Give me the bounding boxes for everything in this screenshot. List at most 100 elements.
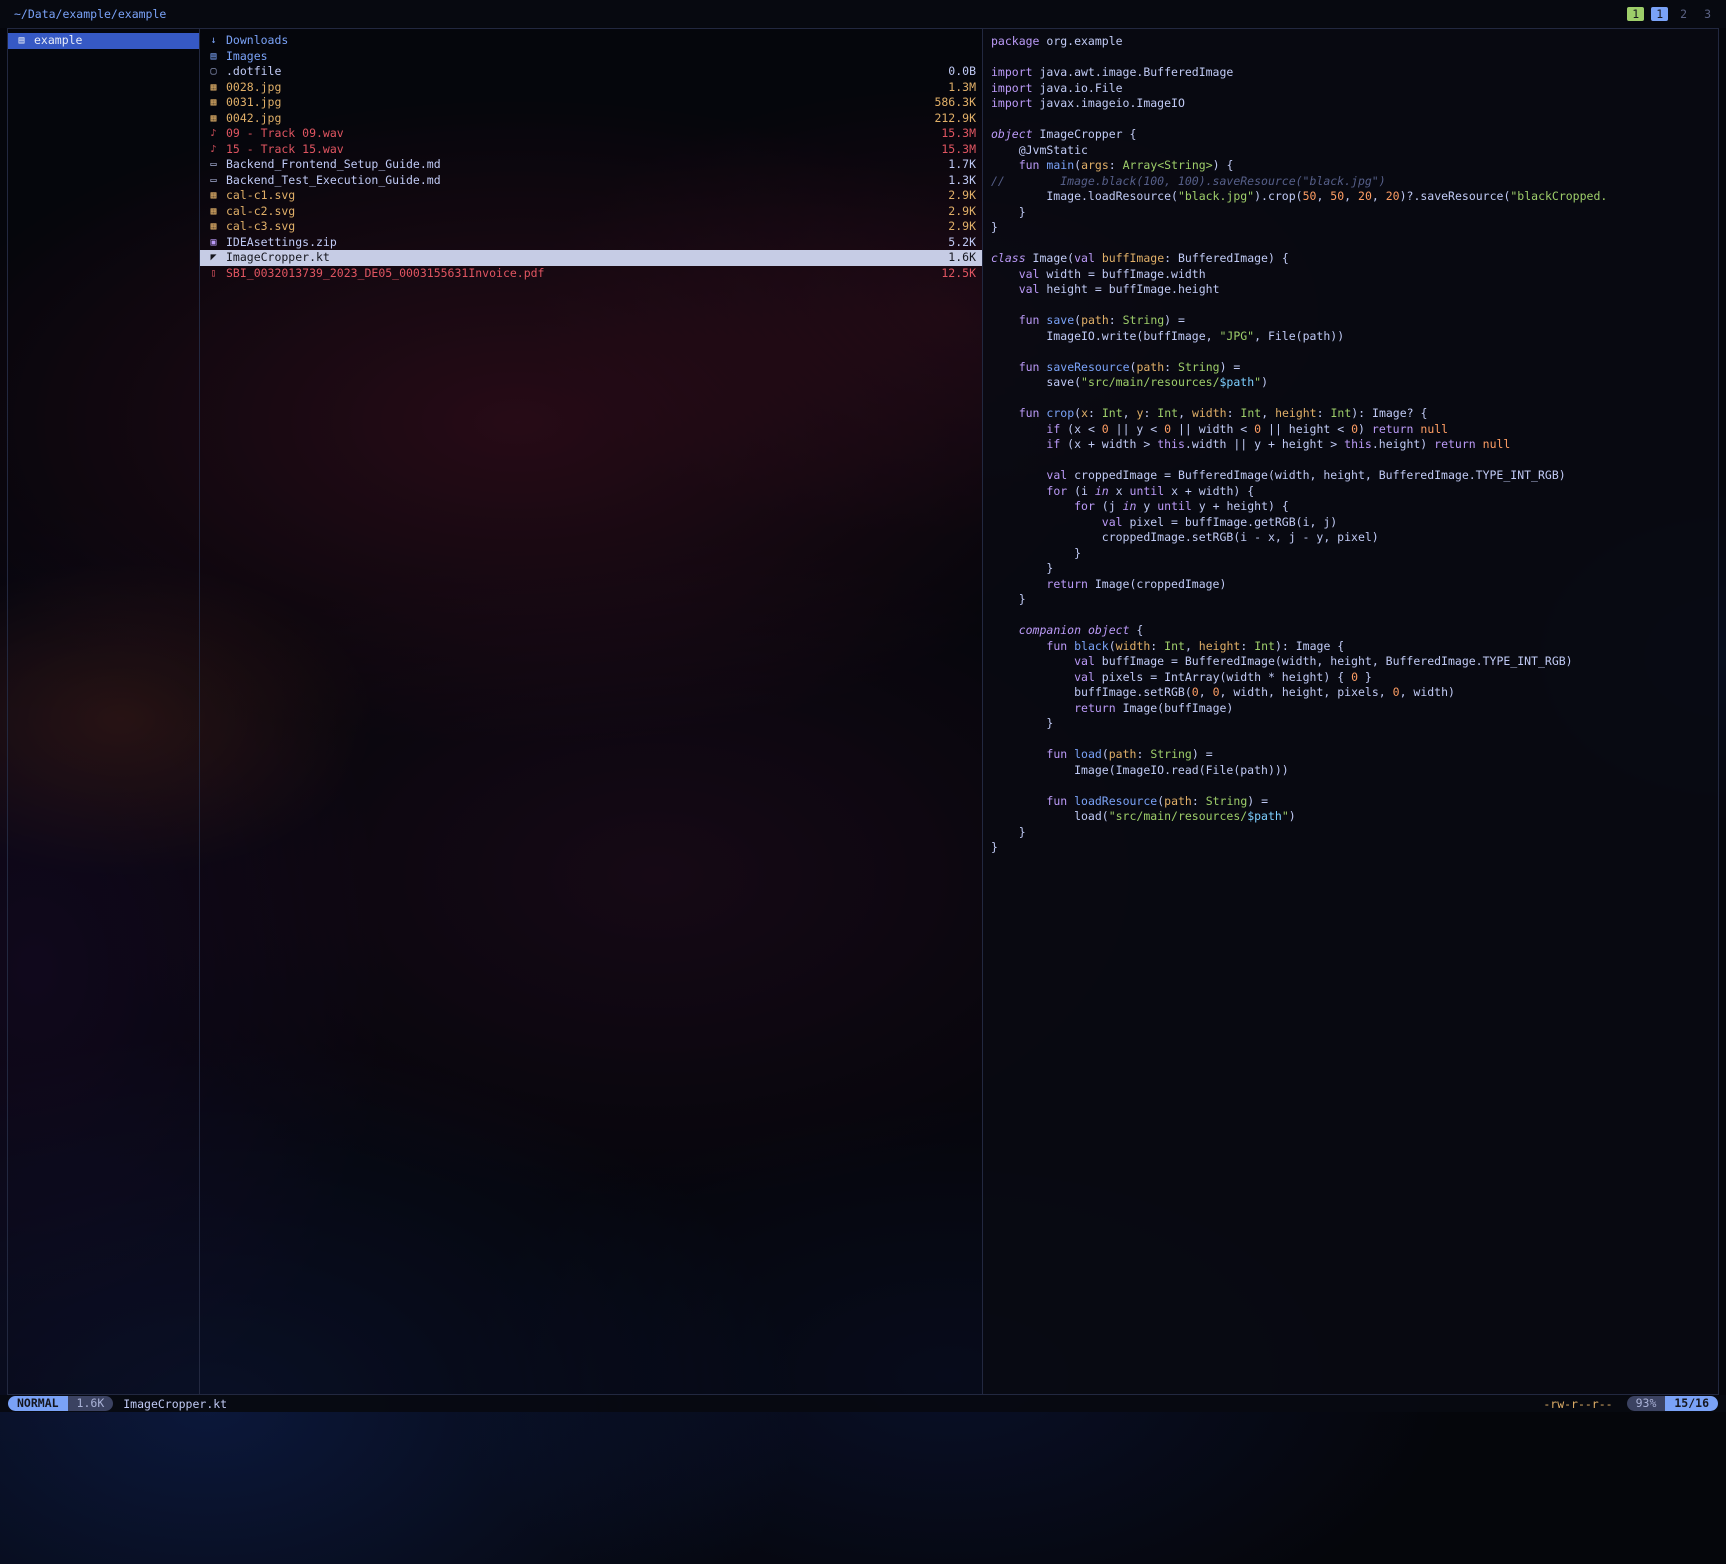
code-line: Image.loadResource("black.jpg").crop(50,…	[991, 189, 1710, 205]
file-row[interactable]: ▯SBI_0032013739_2023_DE05_0003155631Invo…	[200, 266, 982, 282]
code-line: object ImageCropper {	[991, 127, 1710, 143]
code-line: fun black(width: Int, height: Int): Imag…	[991, 639, 1710, 655]
file-row[interactable]: ♪09 - Track 09.wav15.3M	[200, 126, 982, 142]
code-line: package org.example	[991, 34, 1710, 50]
file-icon: ▢	[206, 64, 221, 80]
file-size: 12.5K	[931, 266, 976, 282]
code-line: import java.io.File	[991, 81, 1710, 97]
file-row[interactable]: ▤Images	[200, 49, 982, 65]
code-line	[991, 608, 1710, 624]
file-row-selected[interactable]: ◤ImageCropper.kt1.6K	[200, 250, 982, 266]
file-size: 15.3M	[931, 126, 976, 142]
file-name: IDEAsettings.zip	[226, 235, 337, 251]
code-line: Image(ImageIO.read(File(path)))	[991, 763, 1710, 779]
file-name: cal-c2.svg	[226, 204, 295, 220]
file-size: 0.0B	[938, 64, 976, 80]
code-line	[991, 112, 1710, 128]
file-row[interactable]: ↓Downloads	[200, 33, 982, 49]
file-row[interactable]: ▢.dotfile0.0B	[200, 64, 982, 80]
file-name: 0028.jpg	[226, 80, 281, 96]
code-line: val croppedImage = BufferedImage(width, …	[991, 468, 1710, 484]
file-row[interactable]: ▦0031.jpg586.3K	[200, 95, 982, 111]
file-size: 2.9K	[938, 204, 976, 220]
file-size: 2.9K	[938, 188, 976, 204]
file-size: 1.3M	[938, 80, 976, 96]
code-line: fun loadResource(path: String) =	[991, 794, 1710, 810]
file-name: 15 - Track 15.wav	[226, 142, 344, 158]
file-list-pane[interactable]: ↓Downloads▤Images▢.dotfile0.0B ▦ 0028.jpg 1…	[200, 29, 983, 1394]
file-row[interactable]: ♪15 - Track 15.wav15.3M	[200, 142, 982, 158]
code-line: if (x < 0 || y < 0 || width < 0 || heigh…	[991, 422, 1710, 438]
code-line: load("src/main/resources/$path")	[991, 809, 1710, 825]
code-line	[991, 391, 1710, 407]
file-size: 2.9K	[938, 219, 976, 235]
code-line: ImageIO.write(buffImage, "JPG", File(pat…	[991, 329, 1710, 345]
image-icon: ▦	[206, 111, 221, 127]
file-row[interactable]: ▦cal-c1.svg2.9K	[200, 188, 982, 204]
code-line: // Image.black(100, 100).saveResource("b…	[991, 174, 1710, 190]
code-line	[991, 298, 1710, 314]
folder-icon: ▤	[14, 33, 29, 49]
code-line: for (i in x until x + width) {	[991, 484, 1710, 500]
file-permissions: -rw-r--r--	[1543, 1397, 1612, 1411]
file-name: Backend_Test_Execution_Guide.md	[226, 173, 441, 189]
code-line: }	[991, 546, 1710, 562]
file-list: ↓Downloads▤Images▢.dotfile0.0B ▦ 0028.jpg 1…	[200, 33, 982, 281]
header-bar: ~/Data/example/example 1123	[0, 0, 1726, 28]
file-size: 1.3K	[938, 173, 976, 189]
file-row[interactable]: ▭Backend_Test_Execution_Guide.md1.3K	[200, 173, 982, 189]
archive-icon: ▣	[206, 235, 221, 251]
code-line: save("src/main/resources/$path")	[991, 375, 1710, 391]
code-line: fun load(path: String) =	[991, 747, 1710, 763]
audio-icon: ♪	[206, 142, 221, 158]
code-line: import java.awt.image.BufferedImage	[991, 65, 1710, 81]
breadcrumb: ~/Data/example/example	[14, 7, 166, 21]
file-name: ImageCropper.kt	[226, 250, 330, 266]
parent-pane[interactable]: ▤ example	[8, 29, 200, 1394]
code-line: }	[991, 716, 1710, 732]
code-line: fun crop(x: Int, y: Int, width: Int, hei…	[991, 406, 1710, 422]
file-row[interactable]: ▦cal-c2.svg2.9K	[200, 204, 982, 220]
code-line: val buffImage = BufferedImage(width, hei…	[991, 654, 1710, 670]
code-line: }	[991, 840, 1710, 856]
code-line	[991, 50, 1710, 66]
download-icon: ↓	[206, 33, 221, 49]
code-line: @JvmStatic	[991, 143, 1710, 159]
tab-2[interactable]: 1	[1651, 7, 1668, 21]
file-row[interactable]: ▭Backend_Frontend_Setup_Guide.md1.7K	[200, 157, 982, 173]
code-line	[991, 453, 1710, 469]
code-line: companion object {	[991, 623, 1710, 639]
parent-dir-name: example	[34, 33, 82, 49]
status-left: NORMAL 1.6K ImageCropper.kt	[8, 1396, 227, 1411]
file-name: SBI_0032013739_2023_DE05_0003155631Invoi…	[226, 266, 545, 282]
code-line: fun save(path: String) =	[991, 313, 1710, 329]
status-filename: ImageCropper.kt	[123, 1397, 227, 1411]
file-size: 5.2K	[938, 235, 976, 251]
file-name: 0031.jpg	[226, 95, 281, 111]
status-bar: NORMAL 1.6K ImageCropper.kt -rw-r--r-- 9…	[0, 1395, 1726, 1412]
code-line: return Image(croppedImage)	[991, 577, 1710, 593]
file-row[interactable]: ▦0042.jpg212.9K	[200, 111, 982, 127]
preview-pane[interactable]: package org.example import java.awt.imag…	[983, 29, 1718, 1394]
parent-dir-item[interactable]: ▤ example	[8, 33, 199, 49]
file-row[interactable]: ▦0028.jpg1.3M	[200, 80, 982, 96]
code-line: }	[991, 561, 1710, 577]
image-icon: ▦	[206, 219, 221, 235]
file-name: cal-c3.svg	[226, 219, 295, 235]
file-row[interactable]: ▦ cal-c3.svg 2.9K	[200, 219, 982, 235]
scroll-percent-badge: 93%	[1627, 1396, 1666, 1411]
code-preview: package org.example import java.awt.imag…	[991, 34, 1710, 856]
code-line: for (j in y until y + height) {	[991, 499, 1710, 515]
file-size: 586.3K	[924, 95, 976, 111]
code-line: val pixel = buffImage.getRGB(i, j)	[991, 515, 1710, 531]
file-name: 09 - Track 09.wav	[226, 126, 344, 142]
image-icon: ▦	[206, 188, 221, 204]
code-line: }	[991, 205, 1710, 221]
tab-1[interactable]: 1	[1627, 7, 1644, 21]
tab-3[interactable]: 2	[1675, 7, 1692, 21]
code-line: val pixels = IntArray(width * height) { …	[991, 670, 1710, 686]
tab-4[interactable]: 3	[1699, 7, 1716, 21]
file-row[interactable]: ▣ IDEAsettings.zip 5.2K	[200, 235, 982, 251]
file-name: Images	[226, 49, 268, 65]
code-line: fun saveResource(path: String) =	[991, 360, 1710, 376]
